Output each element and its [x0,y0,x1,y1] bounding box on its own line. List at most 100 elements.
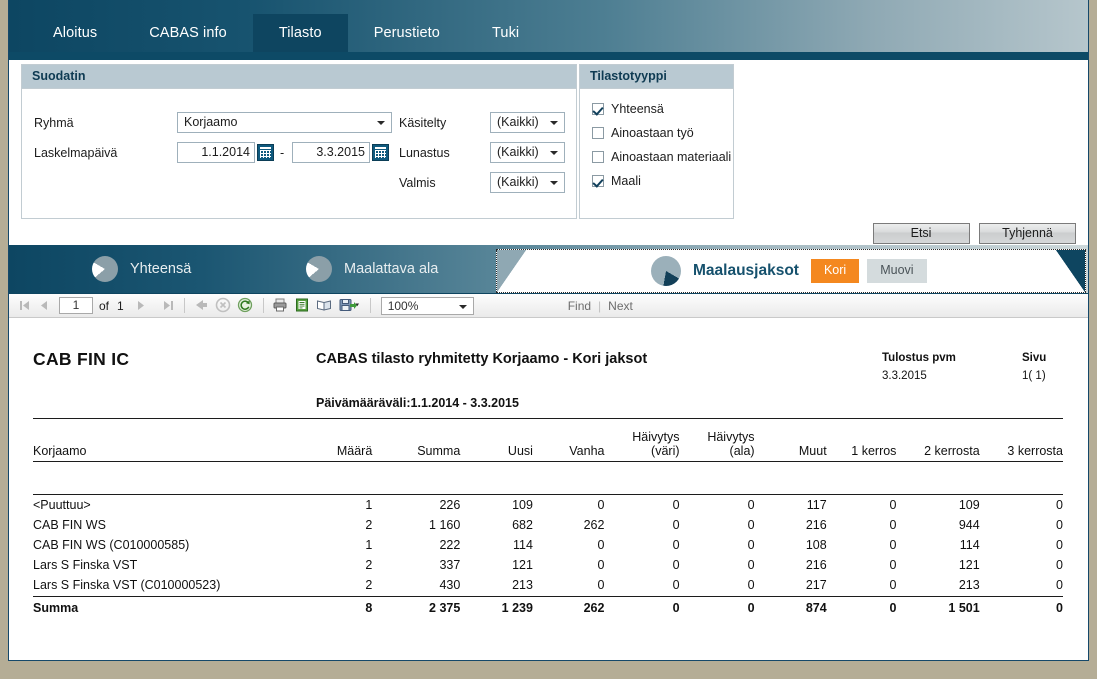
report-print-date-label: Tulostus pvm [882,352,956,364]
cell-total-maara: 8 [299,596,373,618]
category-tab-label: Maalausjaksot [693,262,799,279]
cell-1-kerros: 0 [889,538,897,552]
print-icon[interactable] [272,297,290,315]
cell-vanha: 262 [583,518,605,532]
column-header-haivytys-vari: Häivytys (väri) [604,430,680,462]
export-icon[interactable] [338,297,362,315]
category-tab-maalattava-ala[interactable]: Maalattava ala [306,245,438,293]
report-table: Korjaamo Määrä Summa Uusi Vanha Häivytys… [33,430,1063,618]
pill-button-muovi[interactable]: Muovi [867,259,927,283]
valmis-select[interactable]: (Kaikki) [490,172,565,193]
find-link[interactable]: Find [568,299,591,313]
cell-haivytys-vari: 0 [672,538,680,552]
nav-tab-tuki[interactable]: Tuki [466,14,545,52]
column-header-summa: Summa [372,430,461,462]
cell-summa: 226 [439,498,461,512]
column-header-muut: Muut [754,430,827,462]
column-header-haivytys-ala: Häivytys (ala) [679,430,755,462]
pie-chart-icon [92,256,118,282]
cell-2-kerrosta: 114 [959,538,980,552]
stattype-option-ainoastaan-materiaali[interactable]: Ainoastaan materiaali [592,150,731,164]
stattype-option-yhteensa[interactable]: Yhteensä [592,102,664,116]
stop-icon[interactable] [215,297,233,315]
cell-total-1-kerros: 0 [826,596,897,618]
checkbox-icon[interactable] [592,175,604,187]
cell-vanha: 0 [597,538,605,552]
report-category-tabs: Yhteensä Maalattava ala Maalausjaksot Ko… [9,245,1088,293]
ryhma-select[interactable]: Korjaamo [177,112,392,133]
ryhma-value: Korjaamo [184,115,238,129]
cell-uusi: 109 [512,498,533,512]
cell-3-kerrosta: 0 [1056,578,1063,592]
report-page-label: Sivu [1022,352,1047,364]
table-row[interactable]: <Puuttuu> 1 226 109 0 0 0 117 0 109 0 [33,495,1063,516]
column-header-maara: Määrä [299,430,373,462]
pill-button-kori[interactable]: Kori [810,259,860,283]
page-total: 1 [117,298,124,313]
cell-summa: 337 [439,558,461,572]
pie-chart-icon [651,256,681,286]
last-page-icon[interactable] [159,300,178,311]
zoom-select[interactable]: 100% [380,296,474,315]
report-page-value: 1( 1) [1022,370,1046,382]
stattype-option-label: Ainoastaan materiaali [611,150,732,164]
cell-2-kerrosta: 213 [958,578,980,592]
date-from-input[interactable]: 1.1.2014 [177,142,255,163]
table-row[interactable]: Lars S Finska VST 2 337 121 0 0 0 216 0 … [33,555,1063,575]
nav-tab-tilasto[interactable]: Tilasto [252,14,348,52]
cell-haivytys-ala: 0 [747,578,755,592]
column-header-uusi: Uusi [460,430,533,462]
table-total-row: Summa 8 2 375 1 239 262 0 0 874 0 1 501 … [33,596,1063,618]
prev-page-icon[interactable] [34,300,53,311]
cell-haivytys-ala: 0 [747,538,755,552]
lunastus-select[interactable]: (Kaikki) [490,142,565,163]
filter-action-buttons: Etsi Tyhjennä [868,223,1076,244]
cell-uusi: 121 [512,558,533,572]
cell-vanha: 0 [597,578,605,592]
kasitelty-select[interactable]: (Kaikki) [490,112,565,133]
table-row[interactable]: CAB FIN WS 2 1 160 682 262 0 0 216 0 944… [33,515,1063,535]
first-page-icon[interactable] [15,300,34,311]
next-link[interactable]: Next [608,299,633,313]
cell-total-muut: 874 [754,596,827,618]
cell-muut: 216 [805,518,827,532]
nav-tab-cabas-info[interactable]: CABAS info [123,14,253,52]
next-page-icon[interactable] [132,300,151,311]
checkbox-icon[interactable] [592,103,604,115]
report-viewer: 1 of 1 100% Find | Next CAB FIN IC CABAS… [9,293,1088,645]
category-tab-maalausjaksot-active[interactable]: Maalausjaksot Kori Muovi [496,249,1086,293]
page-number-input[interactable]: 1 [59,297,93,314]
page-setup-icon[interactable] [294,297,312,315]
calendar-icon-from[interactable] [257,144,274,161]
cell-muut: 217 [805,578,827,592]
cell-total-label: Summa [33,596,300,618]
cell-korjaamo: CAB FIN WS [33,518,106,532]
clear-button[interactable]: Tyhjennä [979,223,1076,244]
chevron-down-icon [550,121,558,125]
back-icon[interactable] [193,297,211,315]
refresh-icon[interactable] [237,297,255,315]
cell-total-haivytys-vari: 0 [604,596,680,618]
print-layout-icon[interactable] [316,297,334,315]
cell-muut: 108 [805,538,827,552]
checkbox-icon[interactable] [592,151,604,163]
cell-total-2-kerrosta: 1 501 [896,596,980,618]
cell-muut: 117 [806,498,827,512]
cell-2-kerrosta: 109 [958,498,980,512]
calendar-icon-to[interactable] [372,144,389,161]
category-tab-yhteensa[interactable]: Yhteensä [92,245,191,293]
table-row[interactable]: CAB FIN WS (C010000585) 1 222 114 0 0 0 … [33,535,1063,555]
cell-haivytys-ala: 0 [747,518,755,532]
table-row[interactable]: Lars S Finska VST (C010000523) 2 430 213… [33,575,1063,597]
stattype-option-ainoastaan-tyo[interactable]: Ainoastaan työ [592,126,694,140]
checkbox-icon[interactable] [592,127,604,139]
date-to-input[interactable]: 3.3.2015 [292,142,370,163]
of-label: of [99,298,110,313]
search-button[interactable]: Etsi [872,223,970,244]
nav-tab-aloitus[interactable]: Aloitus [27,14,123,52]
tab-right-slant [1056,250,1086,292]
nav-tab-perustieto[interactable]: Perustieto [348,14,466,52]
table-header-row: Korjaamo Määrä Summa Uusi Vanha Häivytys… [33,430,1063,462]
lunastus-value: (Kaikki) [497,145,539,159]
stattype-option-maali[interactable]: Maali [592,174,641,188]
